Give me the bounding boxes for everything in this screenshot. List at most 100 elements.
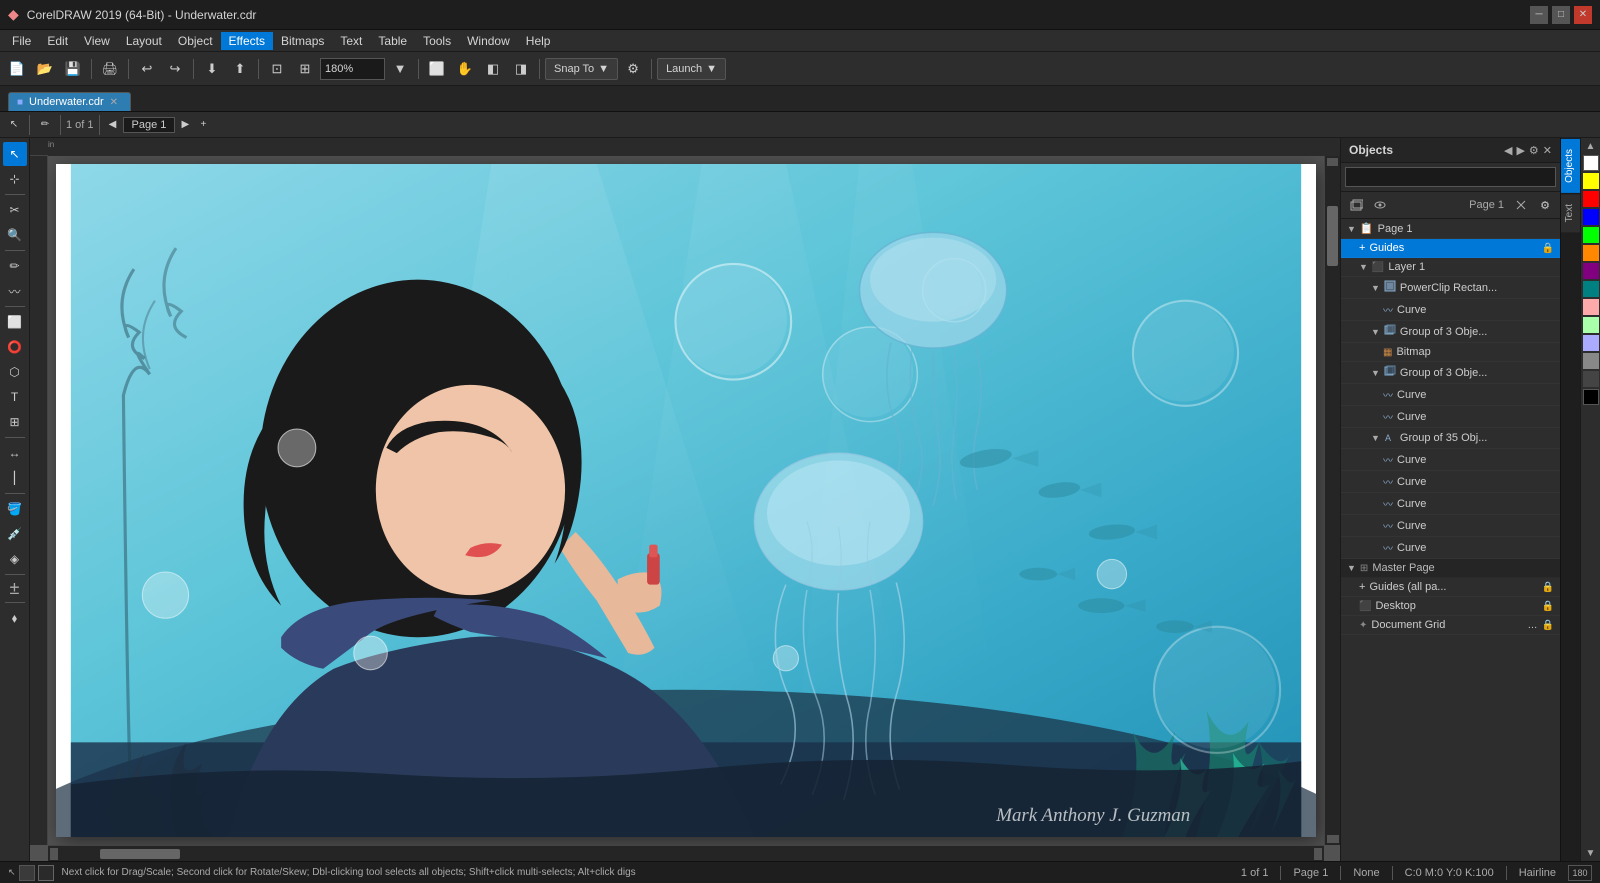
list-item-group35[interactable]: ▼ A Group of 35 Obj... [1341, 428, 1560, 449]
prev-page-button[interactable]: ◀ [105, 117, 121, 133]
new-button[interactable]: 📄 [4, 56, 30, 82]
scroll-thumb[interactable] [1327, 206, 1338, 266]
menu-window[interactable]: Window [459, 32, 518, 50]
sidebar-tab-text[interactable]: Text [1561, 193, 1580, 232]
next-page-button[interactable]: ▶ [177, 117, 193, 133]
open-button[interactable]: 📂 [32, 56, 58, 82]
list-item-curve7[interactable]: 〰 Curve [1341, 515, 1560, 537]
undo-button[interactable]: ↩ [134, 56, 160, 82]
list-item-desktop[interactable]: ⬛ Desktop 🔒 [1341, 597, 1560, 616]
select-tool[interactable]: ↖ [3, 142, 27, 166]
select-all-button[interactable]: ↖ [4, 115, 24, 135]
page1-expand-icon[interactable]: ▼ [1347, 224, 1356, 234]
list-item-curve8[interactable]: 〰 Curve [1341, 537, 1560, 559]
list-item-curve2[interactable]: 〰 Curve [1341, 384, 1560, 406]
sidebar-tab-objects[interactable]: Objects [1561, 138, 1580, 193]
menu-layout[interactable]: Layout [118, 32, 170, 50]
objects-settings-button[interactable]: ⚙ [1529, 144, 1539, 157]
obj-guides-button[interactable] [1510, 195, 1532, 215]
list-item-layer1[interactable]: ▼ ⬛ Layer 1 [1341, 258, 1560, 277]
frame-tool[interactable]: ⬜ [424, 56, 450, 82]
color-swatch-green[interactable] [1583, 227, 1599, 243]
color-eyedropper[interactable]: 💉 [3, 522, 27, 546]
fill-tool[interactable]: 🪣 [3, 497, 27, 521]
obj-settings-btn[interactable]: ⚙ [1534, 195, 1556, 215]
color-swatch-teal[interactable] [1583, 281, 1599, 297]
color-swatch-yellow[interactable] [1583, 173, 1599, 189]
masterpage-expand-icon[interactable]: ▼ [1347, 563, 1356, 573]
group3-2-expand-icon[interactable]: ▼ [1371, 368, 1380, 378]
powerclip-expand-icon[interactable]: ▼ [1371, 283, 1380, 293]
objects-left-arrow[interactable]: ◀ [1504, 144, 1512, 157]
polygon-tool[interactable]: ⬡ [3, 360, 27, 384]
list-item-group3-1[interactable]: ▼ Group of 3 Obje... [1341, 321, 1560, 343]
status-fill-swatch[interactable] [19, 865, 35, 881]
align-left[interactable]: ◧ [480, 56, 506, 82]
menu-view[interactable]: View [76, 32, 118, 50]
menu-text[interactable]: Text [332, 32, 370, 50]
color-swatch-purple[interactable] [1583, 263, 1599, 279]
palette-down-button[interactable]: ▼ [1581, 845, 1600, 861]
align-center[interactable]: ◨ [508, 56, 534, 82]
scroll-right-button[interactable] [1314, 848, 1322, 860]
save-button[interactable]: 💾 [60, 56, 86, 82]
menu-effects[interactable]: Effects [221, 32, 273, 50]
color-swatch-black[interactable] [1583, 389, 1599, 405]
print-button[interactable]: 🖨 [97, 56, 123, 82]
color-swatch-lightblue[interactable] [1583, 335, 1599, 351]
canvas-area[interactable]: Mark Anthony J. Guzman [48, 156, 1324, 845]
list-item-guides-all[interactable]: + Guides (all pa... 🔒 [1341, 578, 1560, 597]
obj-visibility-button[interactable] [1369, 195, 1391, 215]
menu-file[interactable]: File [4, 32, 39, 50]
zoom-dropdown[interactable]: ▼ [387, 56, 413, 82]
group3-1-expand-icon[interactable]: ▼ [1371, 327, 1380, 337]
connector-tool[interactable]: ⎮ [3, 466, 27, 490]
freehand-draw[interactable]: ✏ [3, 254, 27, 278]
tab-close-button[interactable]: ✕ [110, 97, 118, 108]
menu-bitmaps[interactable]: Bitmaps [273, 32, 332, 50]
maximize-button[interactable]: □ [1552, 6, 1570, 24]
list-item-guides[interactable]: + Guides 🔒 [1341, 239, 1560, 258]
import-button[interactable]: ⬇ [199, 56, 225, 82]
scroll-up-button[interactable] [1327, 158, 1338, 166]
color-swatch-blue[interactable] [1583, 209, 1599, 225]
add-page-button[interactable]: + [195, 117, 211, 133]
menu-edit[interactable]: Edit [39, 32, 76, 50]
parallel-dim[interactable]: ↔ [3, 441, 27, 465]
vertical-scrollbar[interactable] [1324, 156, 1340, 845]
status-zoom-indicator[interactable]: 180 [1568, 865, 1592, 881]
color-swatch-lightgreen[interactable] [1583, 317, 1599, 333]
pan-tool[interactable]: ✋ [452, 56, 478, 82]
color-swatch-white[interactable] [1583, 155, 1599, 171]
obj-new-layer-button[interactable] [1345, 195, 1367, 215]
redo-button[interactable]: ↪ [162, 56, 188, 82]
layer1-expand-icon[interactable]: ▼ [1359, 262, 1368, 272]
freehand-button[interactable]: ✏ [35, 115, 55, 135]
export-button[interactable]: ⬆ [227, 56, 253, 82]
zoom-select[interactable]: ⊞ [292, 56, 318, 82]
objects-close-button[interactable]: ✕ [1543, 144, 1552, 157]
menu-tools[interactable]: Tools [415, 32, 459, 50]
table-tool[interactable]: ⊞ [3, 410, 27, 434]
list-item-curve4[interactable]: 〰 Curve [1341, 449, 1560, 471]
list-item-curve3[interactable]: 〰 Curve [1341, 406, 1560, 428]
color-swatch-pink[interactable] [1583, 299, 1599, 315]
palette-up-button[interactable]: ▲ [1581, 138, 1600, 154]
close-button[interactable]: ✕ [1574, 6, 1592, 24]
list-item-bitmap[interactable]: ▦ Bitmap [1341, 343, 1560, 362]
zoom-to-fit[interactable]: ⊡ [264, 56, 290, 82]
smart-draw[interactable]: 〰 [3, 279, 27, 303]
crop-tool[interactable]: ✂ [3, 198, 27, 222]
minimize-button[interactable]: ─ [1530, 6, 1548, 24]
zoom-tool[interactable]: 🔍 [3, 223, 27, 247]
freehand-tool[interactable]: ⊹ [3, 167, 27, 191]
color-swatch-orange[interactable] [1583, 245, 1599, 261]
document-tab-underwater[interactable]: ■ Underwater.cdr ✕ [8, 92, 131, 111]
launch-dropdown[interactable]: Launch ▼ [657, 58, 726, 80]
rect-tool[interactable]: ⬜ [3, 310, 27, 334]
color-swatch-gray[interactable] [1583, 353, 1599, 369]
list-item-group3-2[interactable]: ▼ Group of 3 Obje... [1341, 362, 1560, 384]
objects-right-arrow[interactable]: ▶ [1516, 144, 1524, 157]
horizontal-scrollbar[interactable] [48, 845, 1324, 861]
interactive-fill[interactable]: ◈ [3, 547, 27, 571]
